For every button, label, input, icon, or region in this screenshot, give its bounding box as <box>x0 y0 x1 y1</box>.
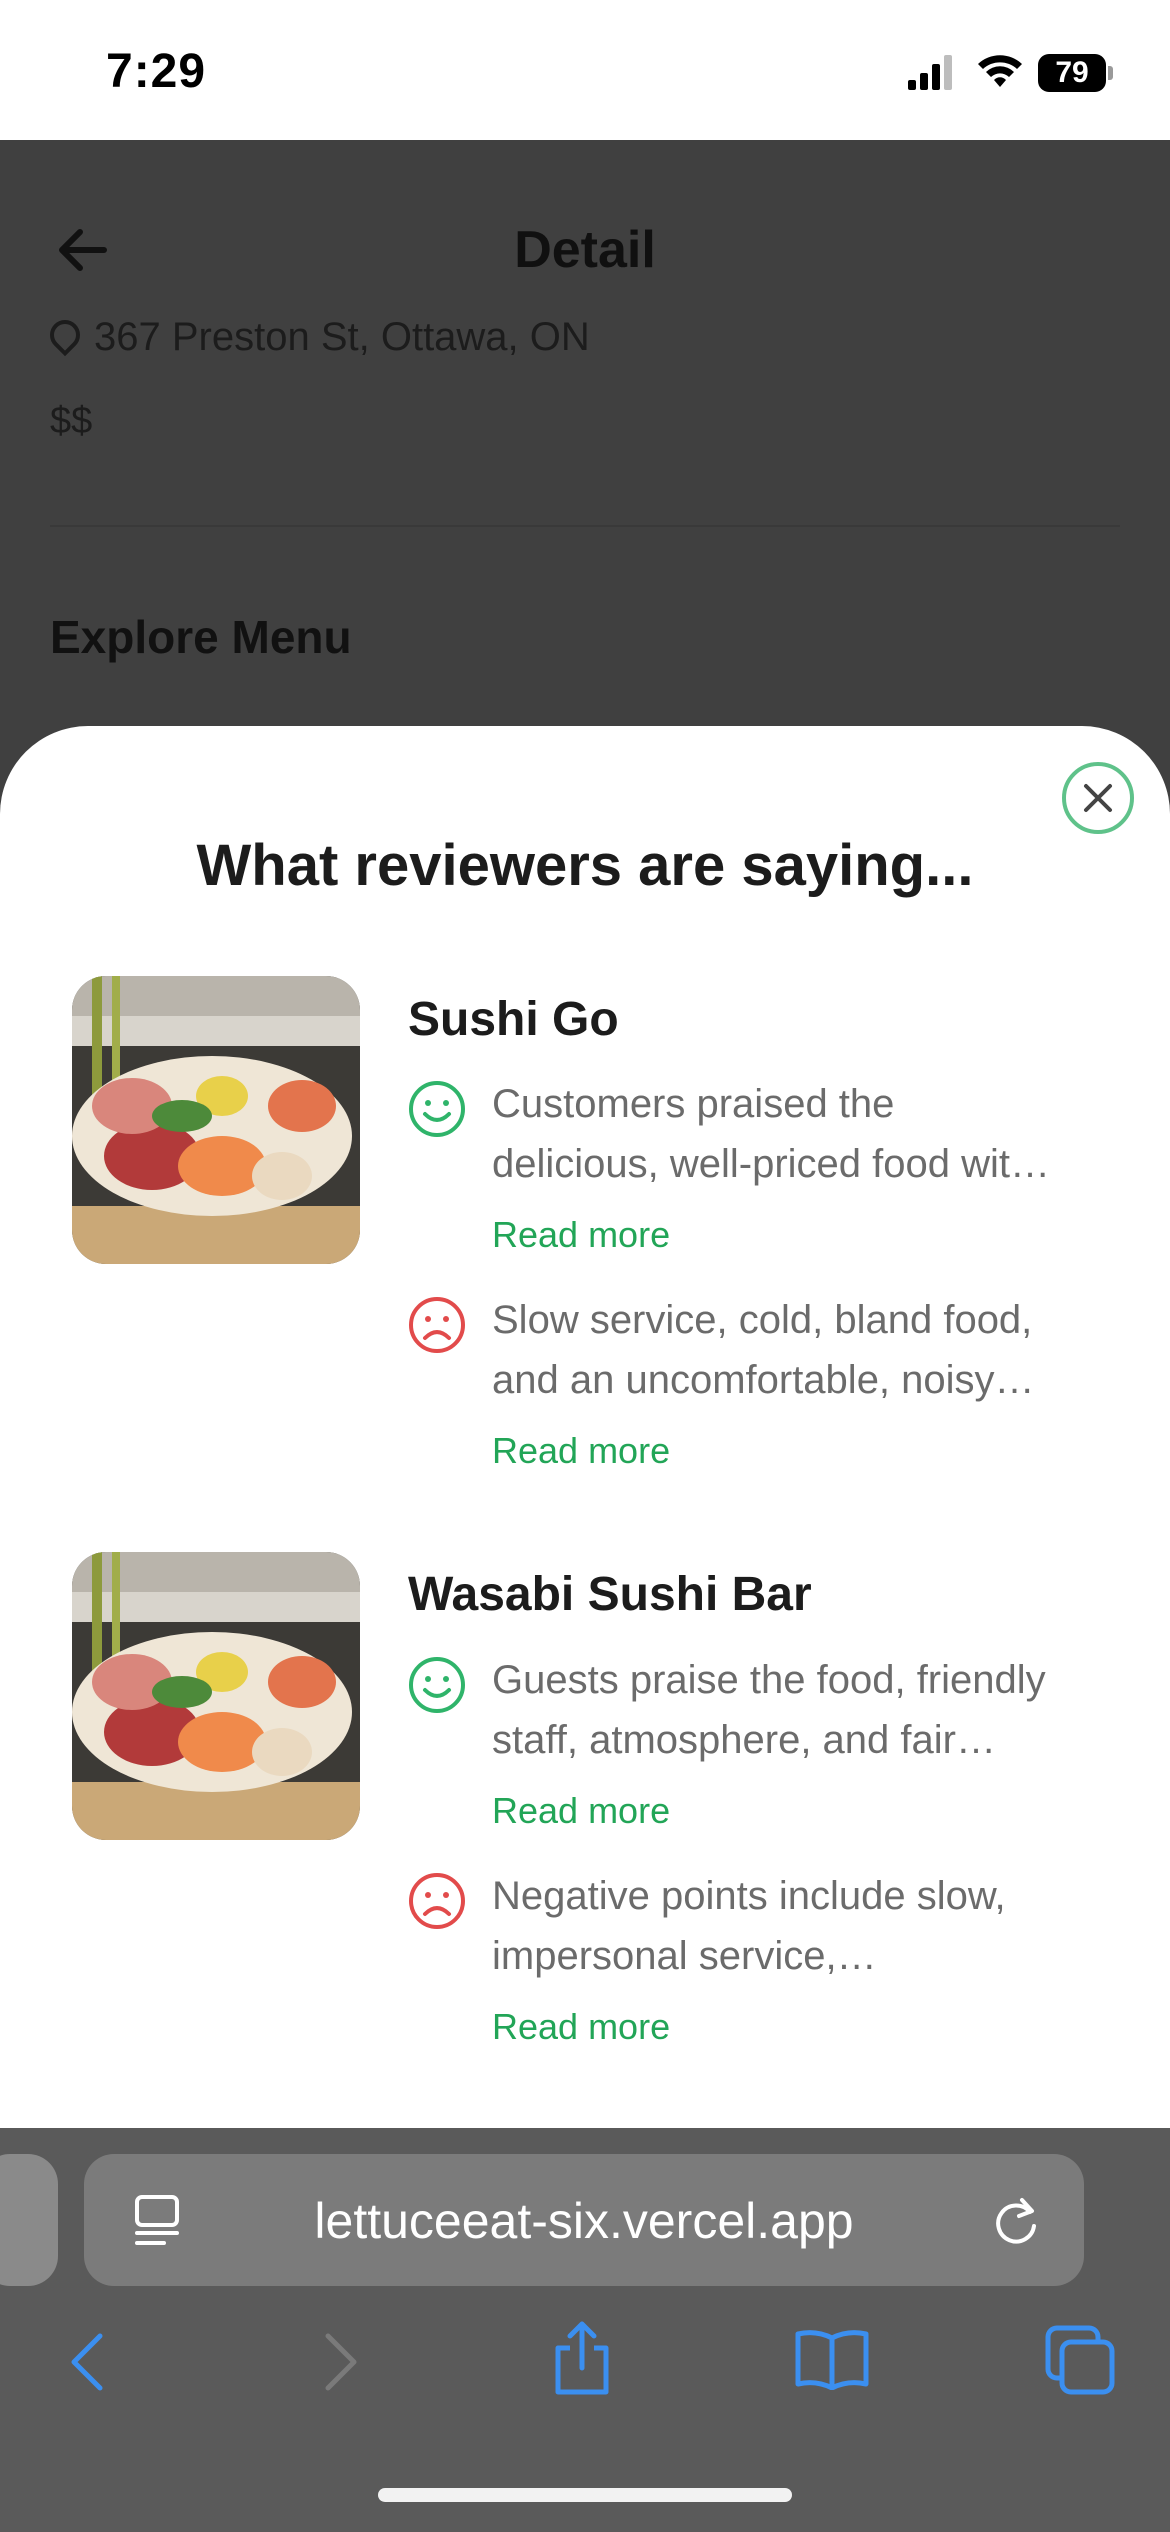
restaurant-name: Sushi Go <box>408 993 619 1046</box>
wifi-icon <box>978 55 1022 87</box>
smile-icon <box>409 1081 465 1137</box>
read-more-link[interactable]: Read more <box>492 2006 670 2048</box>
reload-icon[interactable] <box>990 2194 1042 2248</box>
read-more-link[interactable]: Read more <box>492 1214 670 1256</box>
positive-summary: Guests praise the food, friendly staff, … <box>492 1658 1046 1762</box>
home-indicator <box>378 2488 792 2502</box>
read-more-link[interactable]: Read more <box>492 1430 670 1472</box>
browser-back-icon[interactable] <box>66 2330 110 2394</box>
restaurant-thumbnail <box>72 1552 360 1840</box>
close-icon <box>1084 784 1112 812</box>
restaurant-thumbnail <box>72 976 360 1264</box>
restaurant-name: Wasabi Sushi Bar <box>408 1568 812 1621</box>
battery-level: 79 <box>1055 56 1089 89</box>
divider <box>50 525 1120 527</box>
page-title: Detail <box>514 221 656 279</box>
restaurant-address: 367 Preston St, Ottawa, ON <box>50 320 590 364</box>
share-icon[interactable] <box>550 2318 614 2398</box>
address-text: 367 Preston St, Ottawa, ON <box>94 320 590 359</box>
url-text[interactable]: lettuceeat-six.vercel.app <box>184 2192 984 2250</box>
location-pin-icon <box>50 320 87 357</box>
negative-summary: Slow service, cold, bland food, and an u… <box>492 1298 1035 1402</box>
smile-icon <box>409 1657 465 1713</box>
browser-forward-icon[interactable] <box>318 2330 362 2394</box>
tabs-icon[interactable] <box>1044 2324 1116 2396</box>
frown-icon <box>409 1297 465 1353</box>
negative-summary: Negative points include slow, impersonal… <box>492 1874 1006 1978</box>
positive-summary: Customers praised the delicious, well-pr… <box>492 1082 1051 1186</box>
close-button[interactable] <box>1062 762 1134 834</box>
status-time: 7:29 <box>106 45 207 98</box>
previous-tab[interactable] <box>0 2154 58 2286</box>
page-menu-icon[interactable] <box>132 2194 182 2248</box>
explore-menu-heading: Explore Menu <box>50 611 352 663</box>
read-more-link[interactable]: Read more <box>492 1790 670 1832</box>
battery-icon: 79 <box>1038 54 1113 92</box>
frown-icon <box>409 1873 465 1929</box>
signal-icon <box>908 55 952 90</box>
bookmarks-icon[interactable] <box>794 2328 870 2390</box>
status-bar: 7:29 79 <box>0 0 1170 140</box>
price-level: $$ <box>50 400 93 442</box>
modal-title: What reviewers are saying... <box>196 833 974 898</box>
